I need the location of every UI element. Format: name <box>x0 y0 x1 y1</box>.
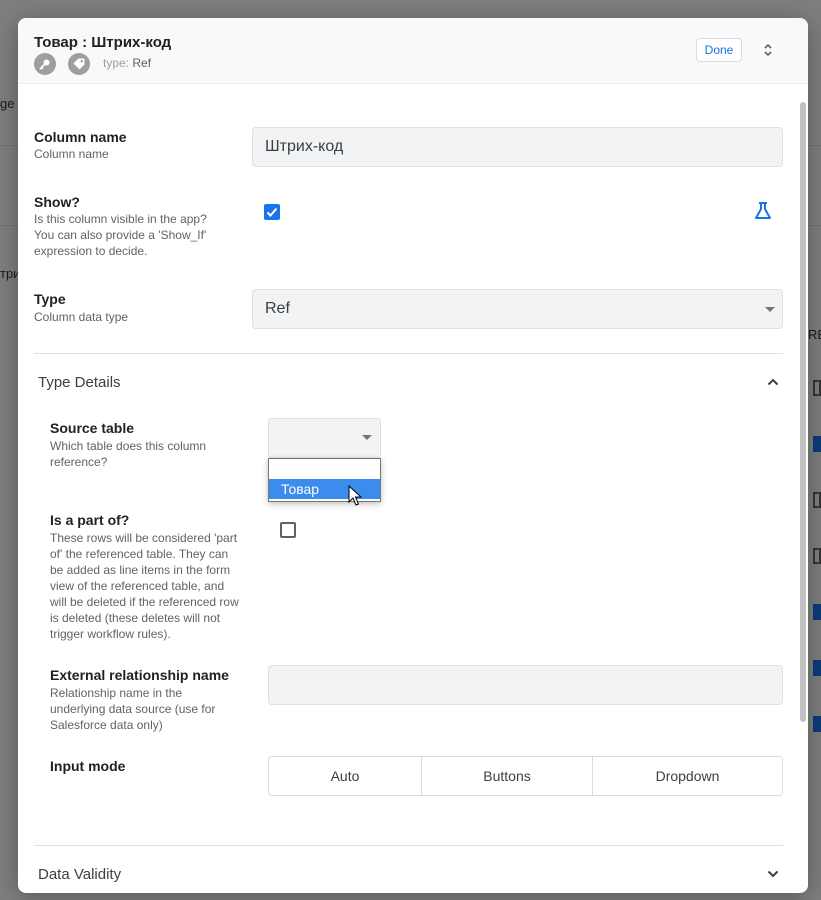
mouse-cursor-icon <box>348 484 363 507</box>
input-mode-buttons-button[interactable]: Buttons <box>422 757 593 795</box>
show-label: Show? <box>34 194 80 210</box>
section-divider <box>34 845 783 846</box>
data-validity-title[interactable]: Data Validity <box>38 866 121 883</box>
section-divider <box>34 353 783 354</box>
type-description: Column data type <box>34 310 129 324</box>
column-name-label: Column name <box>34 129 127 145</box>
type-details-title[interactable]: Type Details <box>38 374 121 391</box>
tag-icon <box>68 53 90 75</box>
show-description-line: expression to decide. <box>34 244 148 258</box>
external-relationship-description-line: Relationship name in the <box>50 686 183 700</box>
chevron-up-icon[interactable] <box>766 375 780 389</box>
unfold-icon[interactable] <box>758 40 778 60</box>
external-relationship-field[interactable] <box>268 665 783 705</box>
input-mode-dropdown-button[interactable]: Dropdown <box>593 757 782 795</box>
dialog-header: Товар : Штрих-код type: Ref Done <box>18 18 808 84</box>
external-relationship-label: External relationship name <box>50 667 229 683</box>
done-button[interactable]: Done <box>696 38 742 62</box>
is-part-of-description-line: will be deleted if the referenced row <box>50 595 239 609</box>
source-table-dropdown: Товар <box>268 458 381 502</box>
column-name-description: Column name <box>34 147 109 161</box>
source-table-caret-icon <box>362 435 372 440</box>
is-part-of-checkbox[interactable] <box>280 522 296 538</box>
is-part-of-description-line: These rows will be considered 'part <box>50 531 238 545</box>
show-description-line: You can also provide a 'Show_If' <box>34 228 207 242</box>
source-table-description-line: Which table does this column <box>50 439 207 453</box>
type-select[interactable]: Ref <box>252 289 783 329</box>
source-table-label: Source table <box>50 420 135 436</box>
is-part-of-description-line: be added as line items in the form <box>50 563 231 577</box>
scrollbar[interactable] <box>800 102 806 722</box>
show-description-line: Is this column visible in the app? <box>34 212 207 226</box>
type-prefix: type: <box>103 56 130 70</box>
input-mode-auto-button[interactable]: Auto <box>269 757 422 795</box>
is-part-of-description-line: is deleted (these deletes will not <box>50 611 221 625</box>
column-name-field[interactable]: Штрих-код <box>252 127 783 167</box>
source-table-option-selected[interactable]: Товар <box>269 479 380 499</box>
input-mode-toggle: Auto Buttons Dropdown <box>268 756 783 796</box>
type-label: Type <box>34 291 66 307</box>
external-relationship-description-line: Salesforce data only) <box>50 718 163 732</box>
is-part-of-description-line: trigger workflow rules). <box>50 627 171 641</box>
show-checkbox[interactable] <box>264 204 280 220</box>
check-icon <box>266 207 278 217</box>
source-table-description-line: reference? <box>50 455 108 469</box>
is-part-of-description-line: of' the referenced table. They can <box>50 547 229 561</box>
key-icon <box>34 53 56 75</box>
source-table-option[interactable] <box>269 459 380 479</box>
flask-icon[interactable] <box>752 200 774 222</box>
type-indicator: type: Ref <box>103 56 151 70</box>
type-value: Ref <box>132 56 152 70</box>
type-select-caret-icon <box>765 307 775 312</box>
type-select-value: Ref <box>265 300 290 317</box>
dialog-title: Товар : Штрих-код <box>34 34 172 51</box>
column-edit-dialog: Товар : Штрих-код type: Ref Done Column … <box>18 18 808 893</box>
external-relationship-description-line: underlying data source (use for <box>50 702 216 716</box>
dialog-content: Column name Column name Штрих-код Show? … <box>18 84 808 893</box>
is-part-of-description-line: view of the referenced table, and <box>50 579 225 593</box>
input-mode-label: Input mode <box>50 758 126 774</box>
is-part-of-label: Is a part of? <box>50 512 130 528</box>
chevron-down-icon[interactable] <box>766 867 780 881</box>
